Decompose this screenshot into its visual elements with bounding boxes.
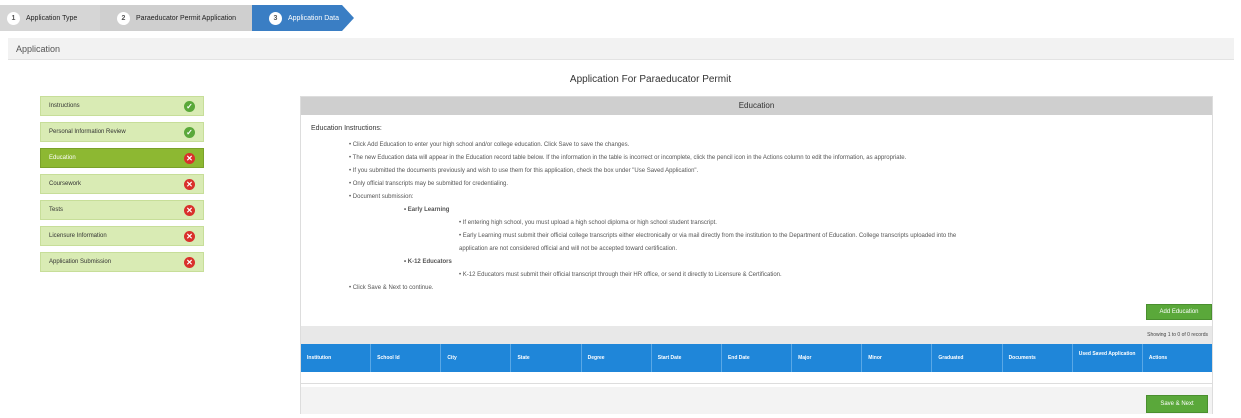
column-header-city[interactable]: City bbox=[441, 344, 512, 372]
menu-item-label: Instructions bbox=[49, 103, 80, 109]
step-number: 2 bbox=[117, 11, 130, 25]
instruction-item: • Early Learning must submit their offic… bbox=[459, 233, 957, 239]
column-header-end-date[interactable]: End Date bbox=[722, 344, 793, 372]
add-education-button[interactable]: Add Education bbox=[1146, 304, 1212, 320]
check-icon: ✓ bbox=[184, 100, 195, 112]
column-header-documents[interactable]: Documents bbox=[1003, 344, 1073, 372]
wizard-step-paraeducator-permit[interactable]: 2 Paraeducator Permit Application bbox=[100, 5, 260, 31]
column-header-minor[interactable]: Minor bbox=[862, 344, 933, 372]
wizard-steps: 1 Application Type 2 Paraeducator Permit… bbox=[0, 0, 1241, 35]
error-icon: ✕ bbox=[184, 204, 195, 216]
instruction-item: • If you submitted the documents previou… bbox=[349, 168, 699, 174]
instruction-item: • K-12 Educators must submit their offic… bbox=[459, 272, 782, 278]
instructions-title: Education Instructions: bbox=[311, 125, 382, 132]
step-number: 3 bbox=[269, 11, 282, 25]
instruction-item: • The new Education data will appear in … bbox=[349, 155, 907, 161]
menu-item-instructions[interactable]: Instructions ✓ bbox=[40, 96, 204, 116]
instruction-subheading: • Early Learning bbox=[404, 207, 450, 213]
panel-footer bbox=[301, 387, 1212, 414]
menu-item-education[interactable]: Education ✕ bbox=[40, 148, 204, 168]
menu-item-label: Tests bbox=[49, 207, 64, 213]
wizard-step-application-data[interactable]: 3 Application Data bbox=[252, 5, 342, 31]
instruction-item: • Click Save & Next to continue. bbox=[349, 285, 434, 291]
page-title: Application For Paraeducator Permit bbox=[569, 74, 732, 85]
menu-item-label: Education bbox=[49, 155, 76, 161]
error-icon: ✕ bbox=[184, 230, 195, 242]
instruction-item: • Document submission: bbox=[349, 194, 414, 200]
instruction-item: • Click Add Education to enter your high… bbox=[349, 142, 630, 148]
application-header: Application bbox=[8, 38, 1234, 60]
menu-item-application-submission[interactable]: Application Submission ✕ bbox=[40, 252, 204, 272]
panel-title: Education bbox=[301, 97, 1212, 115]
records-count: Showing 1 to 0 of 0 records bbox=[301, 326, 1212, 344]
education-table-header: Institution School Id City State Degree … bbox=[301, 344, 1212, 372]
menu-item-label: Licensure Information bbox=[49, 233, 107, 239]
menu-item-label: Application Submission bbox=[49, 259, 112, 265]
column-header-school-id[interactable]: School Id bbox=[371, 344, 442, 372]
instruction-item: application are not considered official … bbox=[459, 246, 678, 252]
education-panel: Education Education Instructions: • Clic… bbox=[300, 96, 1213, 414]
error-icon: ✕ bbox=[184, 152, 195, 164]
column-header-actions[interactable]: Actions bbox=[1143, 344, 1212, 372]
wizard-step-application-type[interactable]: 1 Application Type bbox=[0, 5, 112, 31]
step-arrow bbox=[342, 5, 354, 31]
menu-item-coursework[interactable]: Coursework ✕ bbox=[40, 174, 204, 194]
save-next-button[interactable]: Save & Next bbox=[1146, 395, 1208, 413]
menu-item-label: Personal Information Review bbox=[49, 129, 126, 135]
error-icon: ✕ bbox=[184, 178, 195, 190]
column-header-institution[interactable]: Institution bbox=[301, 344, 372, 372]
instruction-item: • If entering high school, you must uplo… bbox=[459, 220, 717, 226]
menu-item-label: Coursework bbox=[49, 181, 82, 187]
column-header-used-saved-application[interactable]: Used Saved Application bbox=[1073, 344, 1143, 372]
menu-item-licensure-information[interactable]: Licensure Information ✕ bbox=[40, 226, 204, 246]
education-table-body bbox=[301, 372, 1212, 384]
instruction-subheading: • K-12 Educators bbox=[404, 259, 452, 265]
error-icon: ✕ bbox=[184, 256, 195, 268]
step-number: 1 bbox=[7, 11, 20, 25]
instruction-item: • Only official transcripts may be submi… bbox=[349, 181, 509, 187]
column-header-degree[interactable]: Degree bbox=[582, 344, 652, 372]
section-menu: Instructions ✓ Personal Information Revi… bbox=[40, 96, 204, 278]
step-label: Application Data bbox=[288, 14, 339, 22]
step-label: Application Type bbox=[26, 14, 78, 22]
column-header-graduated[interactable]: Graduated bbox=[932, 344, 1003, 372]
menu-item-tests[interactable]: Tests ✕ bbox=[40, 200, 204, 220]
check-icon: ✓ bbox=[184, 126, 195, 138]
step-label: Paraeducator Permit Application bbox=[136, 14, 236, 22]
menu-item-personal-information-review[interactable]: Personal Information Review ✓ bbox=[40, 122, 204, 142]
column-header-start-date[interactable]: Start Date bbox=[652, 344, 722, 372]
column-header-state[interactable]: State bbox=[511, 344, 582, 372]
column-header-major[interactable]: Major bbox=[792, 344, 863, 372]
instructions-list: • Click Add Education to enter your high… bbox=[349, 139, 1199, 295]
